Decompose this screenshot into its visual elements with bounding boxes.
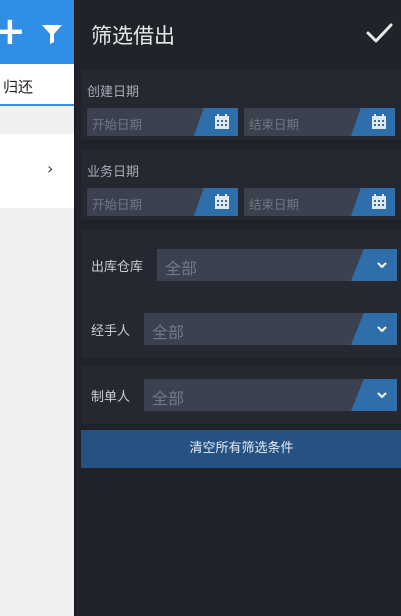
- create-end-date-placeholder: 结束日期: [249, 117, 300, 132]
- business-date-label: 业务日期: [87, 165, 140, 180]
- background-header: +: [0, 0, 74, 64]
- creator-value: 全部: [152, 389, 185, 408]
- handler-value: 全部: [152, 323, 185, 342]
- chevron-down-icon[interactable]: [376, 389, 388, 401]
- clear-filters-button[interactable]: 清空所有筛选条件: [81, 430, 401, 468]
- calendar-icon[interactable]: [371, 194, 387, 210]
- warehouse-value: 全部: [165, 259, 198, 278]
- add-icon[interactable]: +: [0, 11, 26, 51]
- filter-icon[interactable]: [40, 22, 64, 46]
- panel-header: 筛选借出: [75, 0, 401, 64]
- handler-select[interactable]: 全部: [144, 313, 397, 345]
- filter-panel: 筛选借出 创建日期 开始日期 结束日期 业务日期 开始日期 结束日期 出库仓库 …: [74, 0, 401, 616]
- chevron-right-icon: ›: [47, 159, 54, 178]
- checkmark-icon[interactable]: [364, 18, 394, 48]
- creator-section: 制单人 全部: [81, 366, 401, 424]
- dropdown-button[interactable]: [351, 379, 397, 411]
- create-date-section: 创建日期 开始日期 结束日期: [81, 70, 401, 140]
- create-start-date-placeholder: 开始日期: [92, 117, 143, 132]
- create-start-date-field[interactable]: 开始日期: [87, 108, 238, 136]
- business-start-date-placeholder: 开始日期: [92, 197, 143, 212]
- warehouse-section: 出库仓库 全部: [81, 230, 401, 300]
- dropdown-button[interactable]: [351, 313, 397, 345]
- create-date-label: 创建日期: [87, 85, 140, 100]
- page-title: 筛选借出: [91, 24, 175, 48]
- background-page: + 归还 ›: [0, 0, 74, 616]
- background-tab-bar: 归还: [0, 64, 74, 106]
- calendar-icon[interactable]: [371, 114, 387, 130]
- dropdown-button[interactable]: [351, 249, 397, 281]
- calendar-icon[interactable]: [214, 114, 230, 130]
- business-start-date-field[interactable]: 开始日期: [87, 188, 238, 216]
- business-end-date-placeholder: 结束日期: [249, 197, 300, 212]
- calendar-icon[interactable]: [214, 194, 230, 210]
- business-date-section: 业务日期 开始日期 结束日期: [81, 150, 401, 220]
- handler-label: 经手人: [91, 324, 131, 339]
- warehouse-select[interactable]: 全部: [157, 249, 397, 281]
- creator-select[interactable]: 全部: [144, 379, 397, 411]
- create-end-date-field[interactable]: 结束日期: [244, 108, 395, 136]
- business-end-date-field[interactable]: 结束日期: [244, 188, 395, 216]
- handler-section: 经手人 全部: [81, 300, 401, 358]
- chevron-down-icon[interactable]: [376, 259, 388, 271]
- creator-label: 制单人: [91, 390, 131, 405]
- warehouse-label: 出库仓库: [91, 260, 144, 275]
- chevron-down-icon[interactable]: [376, 323, 388, 335]
- list-item[interactable]: ›: [0, 134, 74, 208]
- tab-return[interactable]: 归还: [3, 76, 33, 97]
